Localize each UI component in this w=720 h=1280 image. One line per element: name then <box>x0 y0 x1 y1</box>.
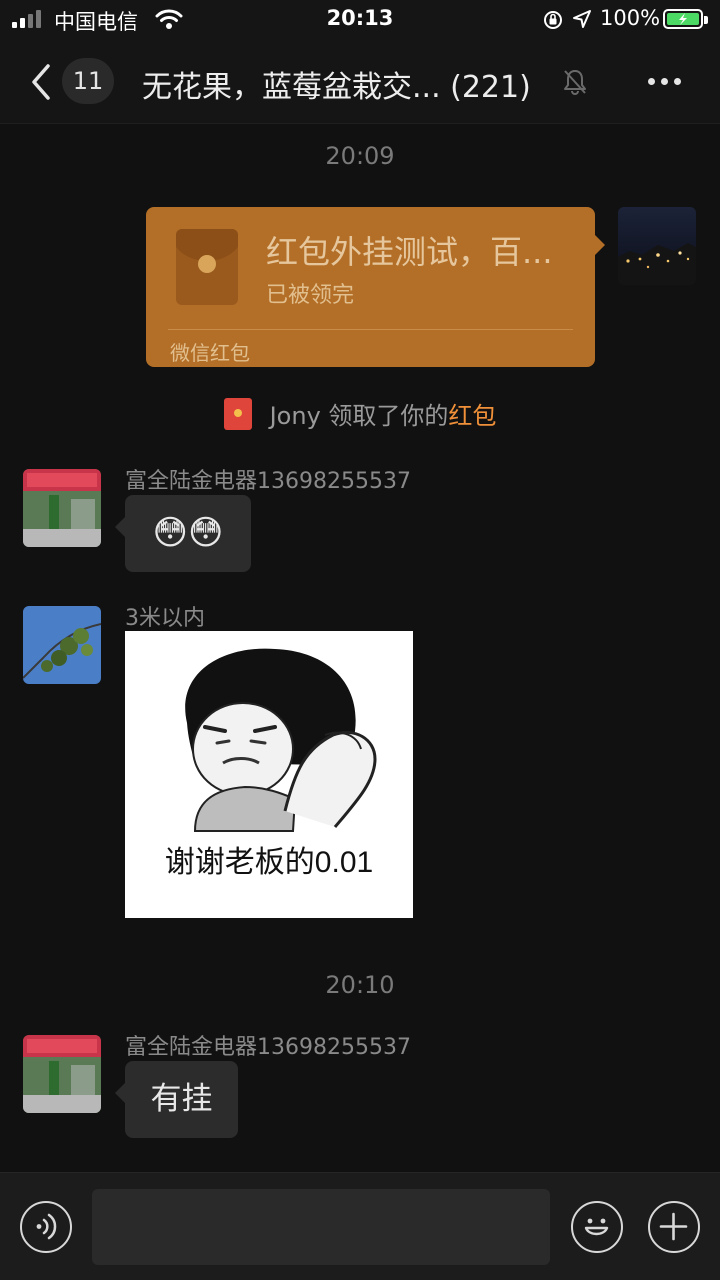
add-button[interactable] <box>648 1201 700 1253</box>
sender-name: 富全陆金电器13698255537 <box>125 469 411 494</box>
input-bar <box>0 1172 720 1280</box>
timestamp-divider: 20:10 <box>325 971 395 999</box>
emoji-button[interactable] <box>571 1201 623 1253</box>
sticker-image[interactable]: 谢谢老板的0.01 <box>125 631 413 918</box>
dot-icon <box>674 78 681 85</box>
divider <box>168 329 573 330</box>
sticker-caption: 谢谢老板的0.01 <box>164 846 374 879</box>
more-button[interactable] <box>648 78 681 85</box>
status-bar: 中国电信 20:13 100% <box>0 0 720 40</box>
red-packet-title: 红包外挂测试，百... <box>266 233 553 271</box>
voice-button[interactable] <box>20 1201 72 1253</box>
red-envelope-icon <box>176 229 238 305</box>
sender-name: 3米以内 <box>125 606 205 631</box>
system-message-text: Jony 领取了你的 <box>269 402 449 430</box>
avatar[interactable] <box>23 1035 101 1113</box>
red-packet-card[interactable]: 红包外挂测试，百... 已被领完 微信红包 <box>146 207 605 367</box>
voice-icon <box>36 1213 57 1240</box>
system-message: Jony 领取了你的红包 <box>0 396 720 431</box>
timestamp-divider: 20:09 <box>325 142 395 170</box>
red-packet-link[interactable]: 红包 <box>448 402 496 430</box>
mute-icon <box>562 68 588 100</box>
smiley-icon <box>584 1218 609 1236</box>
message-bubble[interactable]: 有挂 <box>115 1061 238 1138</box>
battery-icon <box>663 9 708 29</box>
red-packet-footer: 微信红包 <box>170 341 250 365</box>
message-input[interactable] <box>92 1189 550 1265</box>
red-packet-status: 已被领完 <box>266 283 355 308</box>
red-envelope-icon <box>223 398 252 430</box>
chat-header: 11 无花果，蓝莓盆栽交... (221) <box>0 40 720 124</box>
avatar[interactable] <box>23 469 101 547</box>
dot-icon <box>661 78 668 85</box>
message-bubble[interactable]: 😳😳 <box>115 495 251 572</box>
avatar[interactable] <box>23 606 101 684</box>
message-text: 有挂 <box>150 1081 213 1117</box>
rotation-lock-icon <box>542 9 564 35</box>
plus-icon <box>659 1212 688 1241</box>
location-icon <box>572 9 592 33</box>
chat-title[interactable]: 无花果，蓝莓盆栽交... (221) <box>142 62 531 106</box>
chevron-left-icon <box>32 64 50 100</box>
unread-count-badge[interactable]: 11 <box>62 58 114 104</box>
my-avatar[interactable] <box>618 207 696 285</box>
dot-icon <box>648 78 655 85</box>
message-text: 😳😳 <box>152 513 224 553</box>
battery-percent: 100% <box>600 6 661 30</box>
sender-name: 富全陆金电器13698255537 <box>125 1035 411 1060</box>
back-button[interactable] <box>28 62 54 102</box>
